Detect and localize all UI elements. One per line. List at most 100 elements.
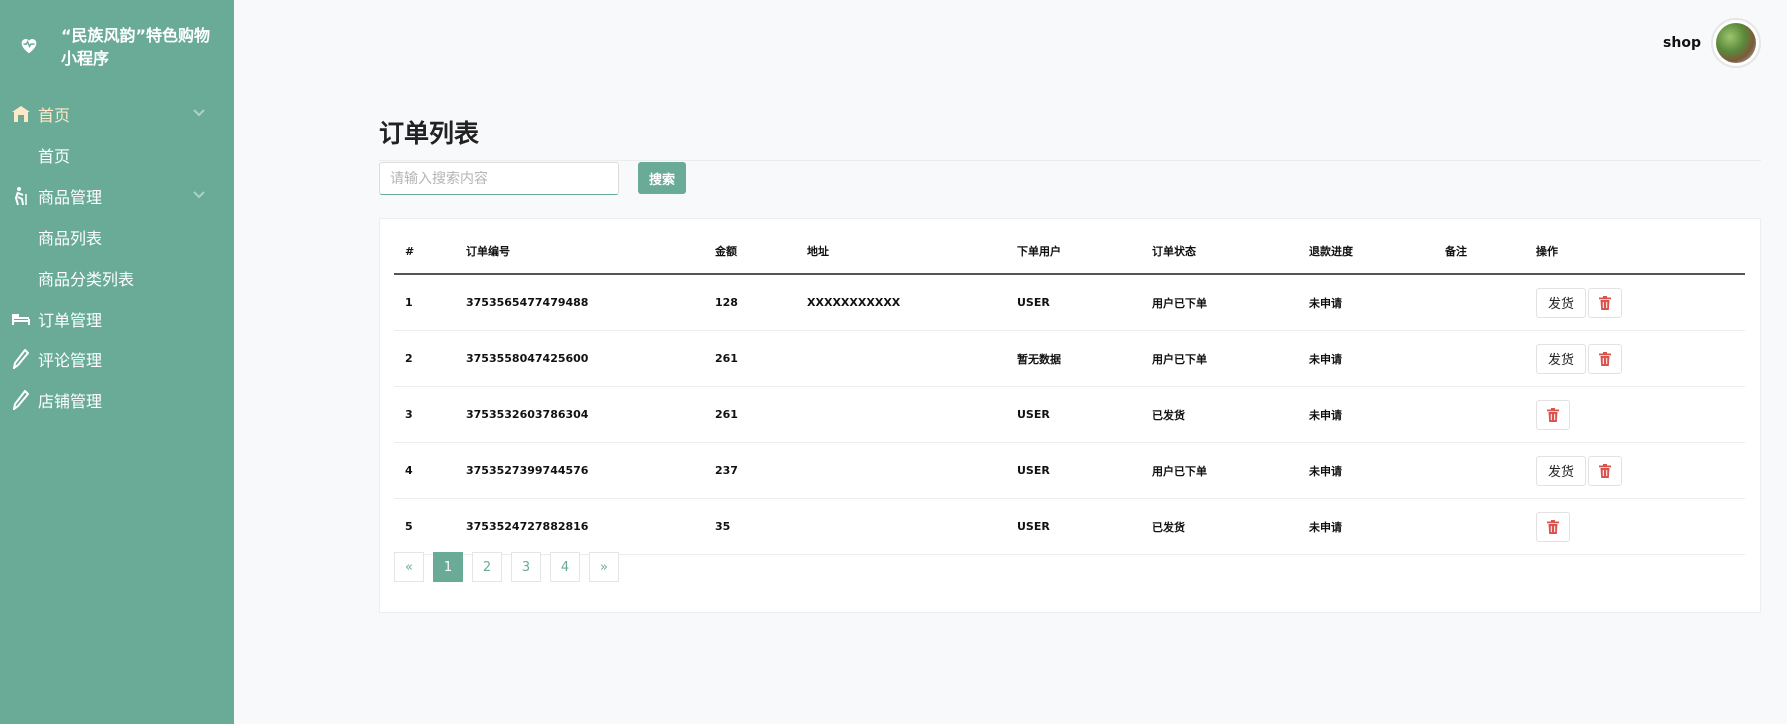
page-button-1[interactable]: 1 (433, 552, 463, 582)
cell-order-id: 3753527399744576 (455, 442, 704, 499)
column-header: 订单编号 (455, 229, 704, 275)
trash-icon (1599, 463, 1612, 478)
cell-actions: 发货 (1525, 330, 1745, 387)
cell-address: XXXXXXXXXXX (796, 274, 1006, 331)
page-button-3[interactable]: 3 (511, 552, 541, 582)
trash-icon (1599, 351, 1612, 366)
trash-icon (1599, 295, 1612, 310)
cell-actions (1525, 498, 1745, 555)
sidebar-item-label: 订单管理 (38, 311, 103, 330)
page-button-4[interactable]: 4 (550, 552, 580, 582)
column-header: 下单用户 (1006, 229, 1141, 275)
cell-refund: 未申请 (1298, 498, 1434, 555)
cell-amount: 35 (704, 498, 796, 555)
cell-actions (1525, 386, 1745, 443)
column-header: 备注 (1434, 229, 1525, 275)
cell-amount: 128 (704, 274, 796, 331)
search-input[interactable] (379, 162, 619, 195)
cell-note (1434, 442, 1525, 499)
cell-user: USER (1006, 442, 1141, 499)
cell-status: 用户已下单 (1141, 330, 1298, 387)
column-header: 退款进度 (1298, 229, 1434, 275)
home-icon (10, 103, 32, 125)
sidebar-item-label: 评论管理 (38, 351, 103, 370)
cell-order-id: 3753558047425600 (455, 330, 704, 387)
table-row: 1 3753565477479488 128 XXXXXXXXXXX USER … (394, 274, 1745, 331)
cell-status: 用户已下单 (1141, 274, 1298, 331)
cell-no: 3 (394, 386, 455, 443)
delete-button[interactable] (1588, 343, 1623, 374)
sidebar-item-shops[interactable]: 店铺管理 (0, 380, 234, 420)
column-header: 订单状态 (1141, 229, 1298, 275)
sidebar-item-home[interactable]: 首页 (0, 94, 234, 134)
delete-button[interactable] (1536, 511, 1570, 542)
column-header: # (394, 229, 455, 275)
cell-order-id: 3753532603786304 (455, 386, 704, 443)
avatar-image (1716, 23, 1756, 63)
table-row: 2 3753558047425600 261 暂无数据 用户已下单 未申请 发货 (394, 330, 1745, 387)
divider (379, 160, 1761, 161)
cell-actions: 发货 (1525, 442, 1745, 499)
hiker-icon (10, 185, 32, 207)
ship-button[interactable]: 发货 (1536, 287, 1587, 318)
column-header: 金额 (704, 229, 796, 275)
sidebar-subitem-label: 商品列表 (38, 229, 103, 248)
page-title: 订单列表 (379, 119, 480, 148)
table-row: 4 3753527399744576 237 USER 用户已下单 未申请 发货 (394, 442, 1745, 499)
cell-no: 5 (394, 498, 455, 555)
sidebar: “民族风韵”特色购物小程序 首页 首页 商品管理 商品列表 商品分类列表 订单管… (0, 0, 234, 724)
chevron-down-icon (193, 109, 205, 117)
orders-card: # 订单编号 金额 地址 下单用户 订单状态 退款进度 备注 操作 1 3753… (379, 218, 1761, 613)
sidebar-subitem-goods-list[interactable]: 商品列表 (38, 219, 102, 255)
cell-no: 4 (394, 442, 455, 499)
cell-note (1434, 386, 1525, 443)
page-prev-button[interactable]: « (394, 552, 424, 582)
cell-amount: 261 (704, 330, 796, 387)
sidebar-subitem-goods-category[interactable]: 商品分类列表 (38, 260, 134, 296)
pen-icon (10, 348, 32, 370)
page-button-2[interactable]: 2 (472, 552, 502, 582)
sidebar-item-goods[interactable]: 商品管理 (0, 176, 234, 216)
cell-refund: 未申请 (1298, 274, 1434, 331)
cell-status: 用户已下单 (1141, 442, 1298, 499)
cell-address (796, 386, 1006, 443)
trash-icon (1547, 407, 1559, 422)
cell-note (1434, 498, 1525, 555)
delete-button[interactable] (1588, 287, 1623, 318)
cell-no: 2 (394, 330, 455, 387)
avatar[interactable] (1711, 18, 1761, 68)
ship-button[interactable]: 发货 (1536, 343, 1587, 374)
sidebar-item-label: 首页 (38, 106, 71, 125)
user-menu[interactable]: shop (1663, 18, 1761, 68)
sidebar-subitem-home[interactable]: 首页 (38, 137, 70, 173)
cell-no: 1 (394, 274, 455, 331)
cell-order-id: 3753565477479488 (455, 274, 704, 331)
cell-user: USER (1006, 498, 1141, 555)
cell-user: 暂无数据 (1006, 330, 1141, 387)
cell-status: 已发货 (1141, 386, 1298, 443)
page-next-button[interactable]: » (589, 552, 619, 582)
search-button[interactable]: 搜索 (638, 162, 686, 194)
bed-icon (10, 308, 32, 330)
cell-refund: 未申请 (1298, 330, 1434, 387)
column-header: 地址 (796, 229, 1006, 275)
cell-note (1434, 274, 1525, 331)
delete-button[interactable] (1588, 455, 1623, 486)
orders-table: # 订单编号 金额 地址 下单用户 订单状态 退款进度 备注 操作 1 3753… (394, 229, 1745, 555)
pen-icon (10, 389, 32, 411)
pagination: « 1 2 3 4 » (394, 552, 628, 582)
cell-address (796, 330, 1006, 387)
column-header: 操作 (1525, 229, 1745, 275)
heart-pulse-icon (21, 39, 37, 54)
sidebar-item-orders[interactable]: 订单管理 (0, 299, 234, 339)
cell-address (796, 442, 1006, 499)
sidebar-item-label: 商品管理 (38, 188, 103, 207)
cell-order-id: 3753524727882816 (455, 498, 704, 555)
sidebar-item-comments[interactable]: 评论管理 (0, 339, 234, 379)
cell-user: USER (1006, 274, 1141, 331)
sidebar-subitem-label: 首页 (38, 147, 71, 166)
cell-refund: 未申请 (1298, 442, 1434, 499)
ship-button[interactable]: 发货 (1536, 455, 1587, 486)
sidebar-subitem-label: 商品分类列表 (38, 270, 135, 289)
delete-button[interactable] (1536, 399, 1570, 430)
